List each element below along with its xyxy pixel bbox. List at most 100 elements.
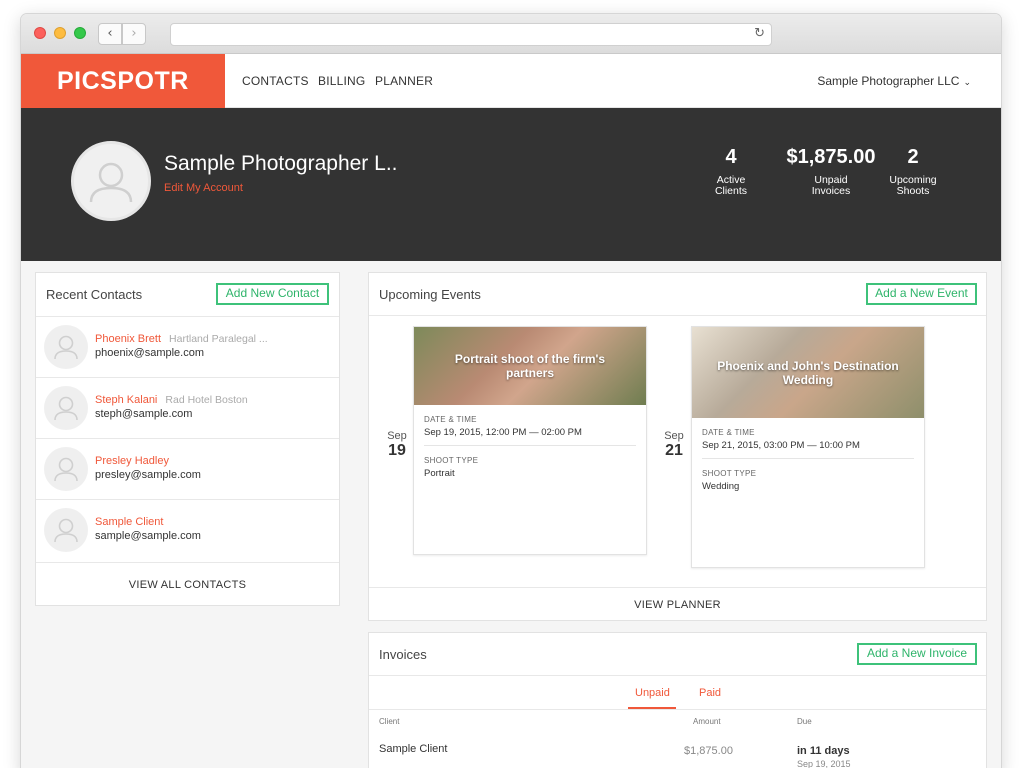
stat-value: 4 xyxy=(725,146,737,168)
list-item[interactable]: Presley Hadley presley@sample.com xyxy=(36,438,339,499)
app-logo[interactable]: PICSPOTR xyxy=(21,54,225,108)
card-title: Recent Contacts xyxy=(46,287,143,302)
event-image: Phoenix and John's Destination Wedding xyxy=(692,327,924,418)
nav-planner[interactable]: PLANNER xyxy=(375,74,433,88)
invoice-client: Sample Client xyxy=(379,743,448,755)
event-shoot-type: Portrait xyxy=(424,468,455,479)
recent-contacts-card: Recent Contacts Add New Contact Phoenix … xyxy=(35,272,340,606)
event-datetime: Sep 21, 2015, 03:00 PM — 10:00 PM xyxy=(702,440,860,451)
avatar xyxy=(44,447,88,491)
divider xyxy=(702,458,914,459)
stat-upcoming-shoots: 2 Upcoming Shoots xyxy=(883,146,943,197)
back-button[interactable]: ‹ xyxy=(98,23,122,45)
event-month: Sep xyxy=(387,430,407,442)
app-header: PICSPOTR CONTACTS BILLING PLANNER Sample… xyxy=(21,54,1001,108)
avatar xyxy=(44,386,88,430)
event-title[interactable]: Portrait shoot of the firm's partners xyxy=(430,352,630,380)
contact-company: Rad Hotel Boston xyxy=(165,394,248,406)
avatar xyxy=(44,325,88,369)
card-title: Invoices xyxy=(379,647,427,662)
stat-value: 2 xyxy=(907,146,919,168)
list-item[interactable]: Sample Client sample@sample.com xyxy=(36,499,339,560)
column-header-client: Client xyxy=(379,717,400,726)
contact-name[interactable]: Phoenix Brett xyxy=(95,333,161,345)
stat-label: Shoots xyxy=(896,185,930,197)
user-icon xyxy=(54,457,78,482)
event-month: Sep xyxy=(664,430,684,442)
user-icon xyxy=(54,335,78,360)
contact-email: phoenix@sample.com xyxy=(95,347,204,359)
contact-name[interactable]: Sample Client xyxy=(95,516,163,528)
browser-toolbar: ‹ › ↻ xyxy=(21,14,1001,54)
contact-name-row: Steph Kalani Rad Hotel Boston xyxy=(95,394,248,406)
column-header-amount: Amount xyxy=(693,717,721,726)
list-item[interactable]: Phoenix Brett Hartland Paralegal ... phoe… xyxy=(36,316,339,377)
contact-email: steph@sample.com xyxy=(95,408,193,420)
event-date: Sep 19 xyxy=(382,430,412,460)
event-day: 19 xyxy=(388,442,406,459)
column-header-due: Due xyxy=(797,717,812,726)
contact-name-row: Phoenix Brett Hartland Paralegal ... xyxy=(95,333,268,345)
nav-billing[interactable]: BILLING xyxy=(318,74,365,88)
contact-company: Hartland Paralegal ... xyxy=(169,333,268,345)
zoom-window-button[interactable] xyxy=(74,27,86,39)
forward-button[interactable]: › xyxy=(122,23,146,45)
list-item[interactable]: Steph Kalani Rad Hotel Boston steph@sampl… xyxy=(36,377,339,438)
tab-paid[interactable]: Paid xyxy=(699,687,721,699)
contact-name-row: Sample Client xyxy=(95,516,171,528)
stat-label: Clients xyxy=(714,185,748,197)
account-menu-label: Sample Photographer LLC xyxy=(817,74,960,88)
stat-label: Invoices xyxy=(811,185,851,197)
account-menu[interactable]: Sample Photographer LLC ⌄ xyxy=(817,74,971,88)
tab-unpaid[interactable]: Unpaid xyxy=(635,687,670,699)
contact-name-row: Presley Hadley xyxy=(95,455,177,467)
minimize-window-button[interactable] xyxy=(54,27,66,39)
event-day: 21 xyxy=(665,442,683,459)
event-card[interactable]: Phoenix and John's Destination Wedding D… xyxy=(691,326,925,568)
avatar xyxy=(44,508,88,552)
close-window-button[interactable] xyxy=(34,27,46,39)
upcoming-events-card: Upcoming Events Add a New Event Sep 19 P… xyxy=(368,272,987,621)
event-field-label: SHOOT TYPE xyxy=(424,456,479,465)
user-icon xyxy=(54,396,78,421)
chevron-down-icon: ⌄ xyxy=(963,78,971,88)
stat-active-clients: 4 Active Clients xyxy=(706,146,756,197)
user-icon xyxy=(54,518,78,543)
event-card[interactable]: Portrait shoot of the firm's partners DA… xyxy=(413,326,647,555)
event-title[interactable]: Phoenix and John's Destination Wedding xyxy=(708,359,908,387)
stat-unpaid-invoices: $1,875.00 Unpaid Invoices xyxy=(776,146,886,197)
reload-icon[interactable]: ↻ xyxy=(754,26,765,41)
add-new-contact-button[interactable]: Add New Contact xyxy=(216,283,329,305)
add-new-invoice-button[interactable]: Add a New Invoice xyxy=(857,643,977,665)
stat-value: $1,875.00 xyxy=(786,146,876,168)
event-date: Sep 21 xyxy=(659,430,689,460)
event-field-label: SHOOT TYPE xyxy=(702,469,757,478)
invoices-card: Invoices Add a New Invoice Unpaid Paid C… xyxy=(368,632,987,768)
address-bar[interactable]: ↻ xyxy=(170,23,772,46)
divider xyxy=(369,709,986,710)
view-planner-link[interactable]: VIEW PLANNER xyxy=(369,587,986,621)
profile-banner: Sample Photographer L.. Edit My Account … xyxy=(21,108,1001,261)
contact-email: presley@sample.com xyxy=(95,469,201,481)
add-new-event-button[interactable]: Add a New Event xyxy=(866,283,977,305)
invoice-due-date: Sep 19, 2015 xyxy=(797,759,851,768)
profile-avatar xyxy=(71,141,151,221)
event-shoot-type: Wedding xyxy=(702,481,740,492)
edit-account-link[interactable]: Edit My Account xyxy=(164,182,243,194)
event-field-label: DATE & TIME xyxy=(424,415,477,424)
view-all-contacts-link[interactable]: VIEW ALL CONTACTS xyxy=(36,562,339,606)
card-title: Upcoming Events xyxy=(379,287,481,302)
contact-email: sample@sample.com xyxy=(95,530,201,542)
dashboard-content: Recent Contacts Add New Contact Phoenix … xyxy=(21,261,1001,768)
profile-name: Sample Photographer L.. xyxy=(164,152,398,175)
divider xyxy=(369,675,986,676)
invoice-due-relative: in 11 days xyxy=(797,745,850,757)
event-datetime: Sep 19, 2015, 12:00 PM — 02:00 PM xyxy=(424,427,582,438)
nav-contacts[interactable]: CONTACTS xyxy=(242,74,309,88)
event-image: Portrait shoot of the firm's partners xyxy=(414,327,646,405)
contact-name[interactable]: Presley Hadley xyxy=(95,455,169,467)
event-field-label: DATE & TIME xyxy=(702,428,755,437)
browser-window: ‹ › ↻ PICSPOTR CONTACTS BILLING PLANNER … xyxy=(21,14,1001,768)
contact-name[interactable]: Steph Kalani xyxy=(95,394,157,406)
divider xyxy=(424,445,636,446)
